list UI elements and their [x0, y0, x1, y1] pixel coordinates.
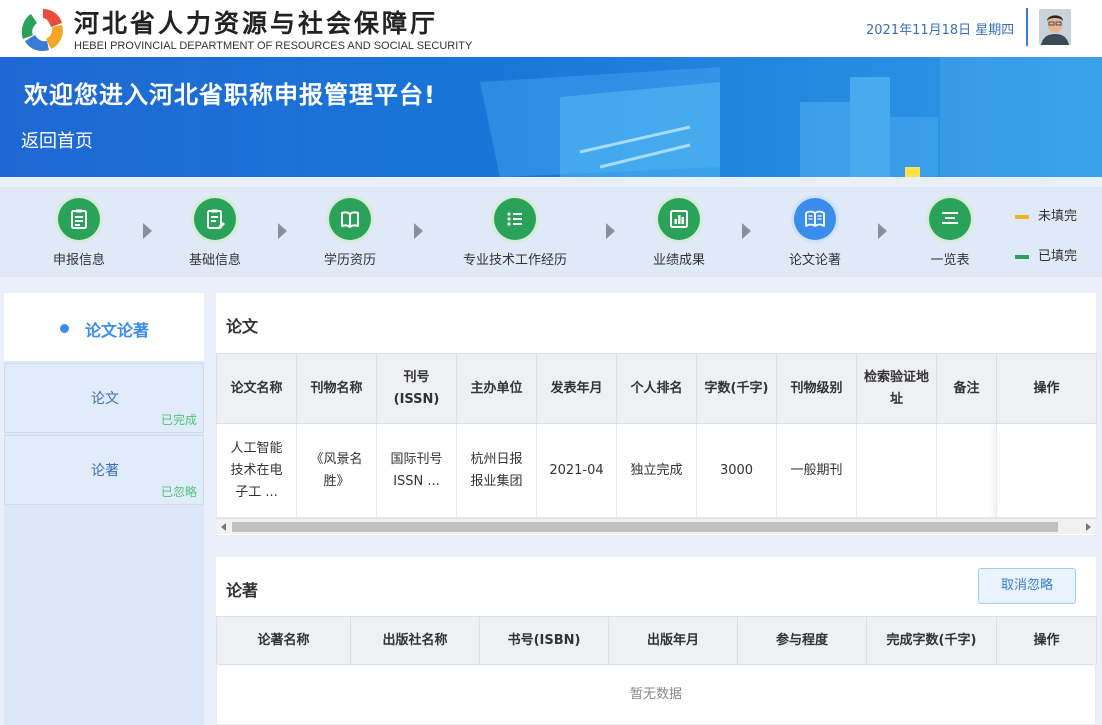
column-header: 书号(ISBN): [479, 616, 609, 665]
step-papers-books[interactable]: 论文论著: [755, 195, 875, 268]
summary-icon: [942, 212, 958, 224]
journal-cell: 《风景名胜》: [296, 423, 377, 518]
active-dot-icon: [60, 324, 69, 333]
operation-cell[interactable]: [996, 423, 1097, 518]
papers-table: 论文名称 刊物名称 刊号(ISSN) 主办单位 发表年月 个人排名 字数(千字)…: [216, 353, 1097, 518]
step-work-experience[interactable]: 专业技术工作经历: [455, 195, 575, 268]
journal-level-cell: 一般期刊: [776, 423, 857, 518]
column-header: 刊号(ISSN): [376, 353, 457, 424]
empty-state: 暂无数据: [216, 664, 1096, 725]
column-header: 出版年月: [608, 616, 738, 665]
edit-form-icon: [207, 209, 225, 229]
column-header: 个人排名: [616, 353, 697, 424]
rank-cell: 独立完成: [616, 423, 697, 518]
step-label: 学历资历: [323, 253, 376, 268]
sidebar-item-status: 已忽略: [160, 485, 197, 499]
books-table: 论著名称 出版社名称 书号(ISBN) 出版年月 参与程度 完成字数(千字) 操…: [216, 616, 1097, 665]
step-label: 一览表: [930, 253, 970, 268]
step-summary[interactable]: 一览表: [890, 195, 1010, 268]
step-arrow-icon: [606, 223, 615, 239]
step-label: 业绩成果: [652, 253, 705, 268]
step-arrow-icon: [278, 223, 287, 239]
welcome-banner: 欢迎您进入河北省职称申报管理平台! 返回首页: [0, 57, 1102, 177]
list-icon: [507, 212, 522, 226]
books-header-row: 论著名称 出版社名称 书号(ISBN) 出版年月 参与程度 完成字数(千字) 操…: [216, 616, 1097, 665]
column-header: 备注: [936, 353, 997, 424]
sidebar-header: 论文论著: [4, 293, 204, 361]
organization-name: 河北省人力资源与社会保障厅: [74, 9, 439, 38]
column-header: 刊物名称: [296, 353, 377, 424]
step-label: 申报信息: [52, 253, 105, 268]
current-date: 2021年11月18日 星期四: [866, 23, 1015, 38]
user-avatar[interactable]: [1039, 9, 1071, 45]
header-divider: [1026, 8, 1028, 46]
papers-panel: 论文 论文名称 刊物名称 刊号(ISSN) 主办单位 发表年月 个人排名 字数(…: [216, 293, 1097, 535]
papers-title: 论文: [226, 317, 259, 336]
legend-unfilled-label: 未填完: [1038, 209, 1078, 224]
word-count-cell: 3000: [696, 423, 777, 518]
sidebar: 论文论著 论文 已完成 论著 已忽略: [4, 293, 204, 725]
top-header: 河北省人力资源与社会保障厅 HEBEI PROVINCIAL DEPARTMEN…: [0, 0, 1102, 57]
publish-date-cell: 2021-04: [536, 423, 617, 518]
progress-steps: 申报信息 基础信息 学历资历 专业技术工作经历 业绩成果 论文论著 一览表 未填…: [0, 187, 1102, 277]
form-icon: [71, 209, 87, 229]
step-label: 专业技术工作经历: [462, 253, 567, 268]
scroll-right-icon[interactable]: [1086, 523, 1091, 531]
open-book-icon: [805, 210, 825, 227]
book-icon: [341, 211, 359, 228]
step-label: 基础信息: [188, 253, 241, 268]
organization-name-en: HEBEI PROVINCIAL DEPARTMENT OF RESOURCES…: [74, 40, 473, 52]
scrollbar-thumb[interactable]: [232, 522, 1058, 532]
paper-name-cell: 人工智能技术在电子工 ...: [216, 423, 297, 518]
column-header: 参与程度: [737, 616, 867, 665]
sidebar-item-status: 已完成: [160, 413, 197, 427]
legend-filled: 已填完: [1015, 245, 1077, 264]
unfilled-swatch: [1015, 214, 1029, 219]
step-arrow-icon: [414, 223, 423, 239]
sponsor-cell: 杭州日报报业集团: [456, 423, 537, 518]
legend-filled-label: 已填完: [1038, 249, 1078, 264]
remark-cell: [936, 423, 997, 518]
column-header: 操作: [996, 616, 1097, 665]
step-basic-info[interactable]: 基础信息: [155, 195, 275, 268]
step-arrow-icon: [143, 223, 152, 239]
column-header: 论著名称: [216, 616, 351, 665]
back-home-link[interactable]: 返回首页: [21, 127, 93, 153]
sidebar-item-papers[interactable]: 论文 已完成: [4, 363, 204, 433]
column-header: 发表年月: [536, 353, 617, 424]
table-row[interactable]: 人工智能技术在电子工 ... 《风景名胜》 国际刊号 ISSN ... 杭州日报…: [216, 423, 1097, 518]
column-header: 操作: [996, 353, 1097, 424]
step-arrow-icon: [878, 223, 887, 239]
sidebar-item-label: 论文: [91, 391, 119, 407]
welcome-title: 欢迎您进入河北省职称申报管理平台!: [24, 81, 436, 109]
avatar-icon: [1039, 9, 1071, 45]
cancel-ignore-button[interactable]: 取消忽略: [978, 568, 1076, 604]
sidebar-item-label: 论著: [91, 463, 119, 479]
column-header: 刊物级别: [776, 353, 857, 424]
step-label: 论文论著: [788, 253, 841, 268]
books-title: 论著: [226, 581, 259, 600]
books-panel: 论著 取消忽略 论著名称 出版社名称 书号(ISBN) 出版年月 参与程度 完成…: [216, 557, 1097, 725]
horizontal-scrollbar[interactable]: [216, 518, 1096, 534]
column-header: 主办单位: [456, 353, 537, 424]
filled-swatch: [1015, 254, 1029, 259]
column-header: 出版社名称: [350, 616, 480, 665]
column-header: 论文名称: [216, 353, 297, 424]
sidebar-title: 论文论著: [85, 321, 150, 340]
logo-icon: [21, 9, 63, 51]
sidebar-item-books[interactable]: 论著 已忽略: [4, 435, 204, 505]
step-arrow-icon: [742, 223, 751, 239]
papers-header-row: 论文名称 刊物名称 刊号(ISSN) 主办单位 发表年月 个人排名 字数(千字)…: [216, 353, 1097, 424]
step-declaration-info[interactable]: 申报信息: [19, 195, 139, 268]
scroll-left-icon[interactable]: [221, 523, 226, 531]
verify-url-cell: [856, 423, 937, 518]
step-education[interactable]: 学历资历: [290, 195, 410, 268]
column-header: 字数(千字): [696, 353, 777, 424]
column-header: 完成字数(千字): [866, 616, 997, 665]
issn-cell: 国际刊号 ISSN ...: [376, 423, 457, 518]
column-header: 检索验证地址: [856, 353, 937, 424]
legend-unfilled: 未填完: [1015, 205, 1077, 224]
step-achievements[interactable]: 业绩成果: [619, 195, 739, 268]
chart-icon: [670, 210, 688, 228]
